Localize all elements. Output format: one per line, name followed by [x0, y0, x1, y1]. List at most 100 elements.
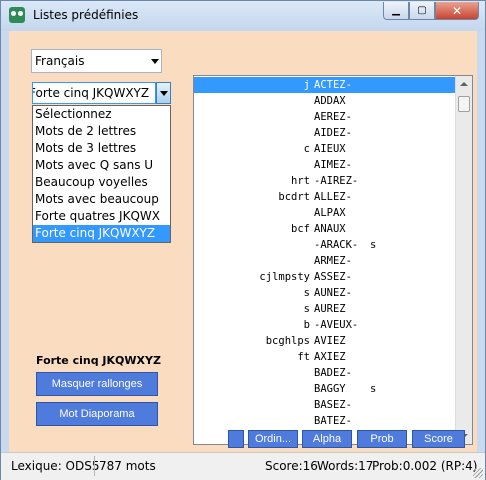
list-select-dropdown-button[interactable] — [156, 82, 171, 104]
word-row[interactable]: -ARACK-s — [194, 237, 456, 253]
dropdown-option[interactable]: Sélectionnez — [33, 106, 170, 123]
word-row[interactable]: BASEZ- — [194, 397, 456, 413]
dropdown-option[interactable]: Forte cinq JKQWXYZ — [33, 225, 170, 242]
word-front-hooks: bcghlps — [265, 335, 310, 347]
word-text: BAGGY — [314, 383, 346, 395]
slideshow-button[interactable]: Mot Diaporama — [36, 402, 158, 426]
word-row[interactable]: AIDEZ- — [194, 125, 456, 141]
title-bar[interactable]: Listes prédéfinies ▁ ▢ ✕ — [1, 1, 485, 31]
word-text: AEREZ- — [314, 111, 352, 123]
word-row[interactable]: s AUNEZ- — [194, 285, 456, 301]
app-window: Listes prédéfinies ▁ ▢ ✕ Français Forte … — [0, 0, 486, 480]
scroll-up-icon[interactable] — [460, 82, 468, 86]
word-front-hooks: s — [303, 303, 310, 315]
dropdown-option[interactable]: Forte quatres JKQWX — [33, 208, 170, 225]
word-row[interactable]: j ACTEZ- — [194, 77, 456, 93]
word-front-hooks: cjlmpsty — [259, 271, 310, 283]
word-row[interactable]: ADDAX — [194, 93, 456, 109]
word-list[interactable]: BATIK-sBATEZ-BASEZ-BAGGYsBADEZ-ftAXIEZbc… — [193, 75, 473, 445]
word-row[interactable]: BATEZ- — [194, 413, 456, 429]
word-back-hooks: s — [370, 383, 377, 395]
word-front-hooks: bcf — [291, 223, 310, 235]
word-row[interactable]: cjlmpsty ASSEZ- — [194, 269, 456, 285]
word-text: AIEUX — [314, 143, 346, 155]
word-front-hooks: hrt — [291, 175, 310, 187]
resize-grip-icon[interactable] — [473, 468, 483, 478]
word-row[interactable]: ARMEZ- — [194, 253, 456, 269]
blank-sort-button[interactable] — [228, 430, 244, 448]
lexicon-status: Lexique: ODS5 — [11, 459, 100, 473]
word-count-status: 787 mots — [99, 459, 156, 473]
dropdown-option[interactable]: Mots avec beaucoup — [33, 191, 170, 208]
chevron-down-icon — [160, 91, 168, 96]
dropdown-option[interactable]: Mots de 3 lettres — [33, 140, 170, 157]
word-text: AVIEZ — [314, 335, 346, 347]
word-text: AUREZ — [314, 303, 346, 315]
word-front-hooks: s — [303, 287, 310, 299]
dropdown-option[interactable]: Mots avec Q sans U — [33, 157, 170, 174]
word-text: -ARACK- — [314, 239, 359, 251]
list-select-value: Forte cinq JKQWXYZ — [32, 86, 150, 100]
word-text: ADDAX — [314, 95, 346, 107]
word-text: -AVEUX- — [314, 319, 359, 331]
dropdown-option[interactable]: Beaucoup voyelles — [33, 174, 170, 191]
score-button[interactable]: Score — [412, 430, 465, 448]
word-front-hooks: j — [303, 79, 310, 91]
word-row[interactable]: ALPAX — [194, 205, 456, 221]
word-list-scrollbar[interactable] — [455, 76, 472, 444]
close-icon: ✕ — [451, 3, 463, 18]
word-row[interactable]: BAGGY s — [194, 381, 456, 397]
word-text: ACTEZ- — [314, 79, 352, 91]
minimize-button[interactable]: ▁ — [383, 2, 409, 20]
word-row[interactable]: b -AVEUX- — [194, 317, 456, 333]
word-text: AIDEZ- — [314, 127, 352, 139]
word-row[interactable]: BADEZ- — [194, 365, 456, 381]
word-row[interactable]: s AUREZ — [194, 301, 456, 317]
word-text: ASSEZ- — [314, 271, 352, 283]
word-row[interactable]: bcf ANAUX — [194, 221, 456, 237]
score-status: Score:16 — [265, 459, 318, 473]
word-text: BASEZ- — [314, 399, 352, 411]
word-row[interactable]: ft AXIEZ — [194, 349, 456, 365]
word-front-hooks: c — [303, 143, 310, 155]
main-panel: Français Forte cinq JKQWXYZ Sélectionnez… — [9, 31, 477, 452]
hide-extensions-button[interactable]: Masquer rallonges — [36, 372, 158, 396]
word-front-hooks: bcdrt — [278, 191, 310, 203]
words-status: Words:17 — [317, 459, 374, 473]
owl-app-icon — [9, 7, 25, 23]
language-select-value: Français — [35, 54, 85, 68]
word-text: ALLEZ- — [314, 191, 352, 203]
maximize-button[interactable]: ▢ — [409, 2, 435, 20]
close-button[interactable]: ✕ — [435, 2, 479, 20]
word-text: ARMEZ- — [314, 255, 352, 267]
prob-button[interactable]: Prob — [357, 430, 407, 448]
word-row[interactable]: AIMEZ- — [194, 157, 456, 173]
word-row[interactable]: c AIEUX — [194, 141, 456, 157]
word-text: AIMEZ- — [314, 159, 352, 171]
word-text: ANAUX — [314, 223, 346, 235]
word-row[interactable]: hrt -AIREZ- — [194, 173, 456, 189]
word-front-hooks: ft — [297, 351, 310, 363]
word-row[interactable]: AEREZ- — [194, 109, 456, 125]
word-back-hooks: s — [370, 239, 377, 251]
window-title: Listes prédéfinies — [33, 8, 139, 22]
order-button[interactable]: Ordin... — [248, 430, 298, 448]
chevron-down-icon — [151, 59, 159, 64]
word-row[interactable]: bcdrt ALLEZ- — [194, 189, 456, 205]
word-text: AUNEZ- — [314, 287, 352, 299]
word-text: ALPAX — [314, 207, 346, 219]
minimize-icon: ▁ — [392, 5, 400, 16]
scroll-thumb[interactable] — [458, 96, 470, 112]
language-select[interactable]: Français — [31, 49, 162, 73]
word-text: -AIREZ- — [314, 175, 359, 187]
filter-label: Forte cinq JKQWXYZ — [36, 354, 161, 367]
word-row[interactable]: bcghlps AVIEZ — [194, 333, 456, 349]
word-text: AXIEZ — [314, 351, 346, 363]
dropdown-option[interactable]: Mots de 2 lettres — [33, 123, 170, 140]
status-divider — [94, 456, 95, 476]
list-select[interactable]: Forte cinq JKQWXYZ — [32, 82, 156, 104]
word-text: BADEZ- — [314, 367, 352, 379]
alpha-button[interactable]: Alpha — [302, 430, 352, 448]
prob-status: Prob:0.002 (RP:4) — [372, 459, 478, 473]
status-bar: Lexique: ODS5 787 mots Score:16 Words:17… — [1, 452, 485, 480]
